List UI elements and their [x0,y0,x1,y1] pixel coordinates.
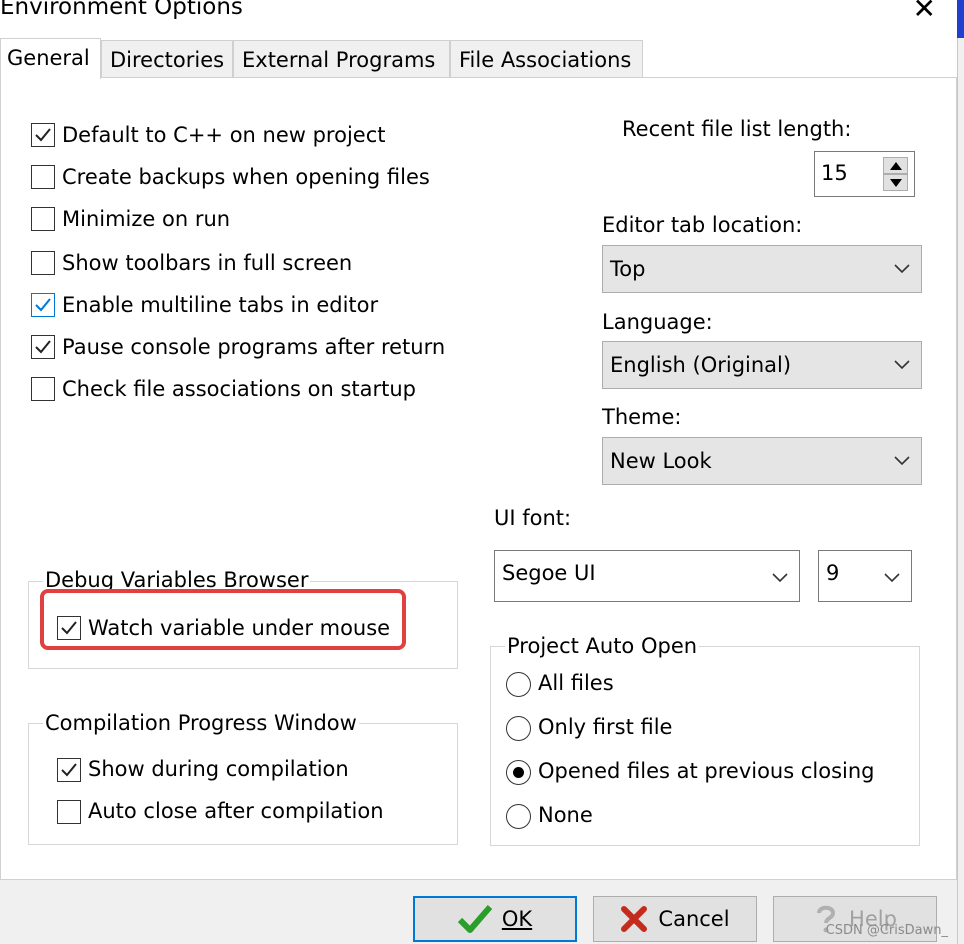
spin-up-button[interactable] [883,157,908,174]
minimize-on-run-label: Minimize on run [62,207,231,231]
check-file-assoc-label: Check file associations on startup [62,377,417,401]
pause-console-label: Pause console programs after return [62,335,446,359]
ui-font-size-value: 9 [826,561,840,585]
multiline-tabs-checkbox[interactable] [31,293,55,317]
chevron-down-icon [884,573,900,583]
compilation-progress-group [28,723,458,845]
chevron-down-icon [894,264,910,274]
checkmark-icon [35,340,51,354]
close-icon[interactable]: ✕ [913,0,936,24]
editor-tab-label: Editor tab location: [602,213,803,237]
recent-files-spinner[interactable]: 15 [814,151,915,197]
language-label: Language: [602,310,713,334]
window-right-edge [957,38,964,944]
highlight-annotation [40,589,406,650]
default-cpp-label: Default to C++ on new project [62,123,386,147]
spin-down-button[interactable] [883,174,908,191]
show-during-compilation-checkbox[interactable] [57,758,81,782]
cancel-x-icon [621,906,648,932]
tab-directories[interactable]: Directories [101,40,233,78]
chevron-down-icon [772,573,788,583]
radio-opened-files[interactable] [506,760,531,785]
auto-close-label: Auto close after compilation [88,799,384,823]
cancel-label: Cancel [658,907,730,931]
language-select[interactable]: English (Original) [602,341,922,389]
theme-label: Theme: [602,405,682,429]
ok-label: OK [501,907,533,931]
arrow-up-icon [889,161,902,170]
ok-button[interactable]: OK [413,896,577,942]
ui-font-select[interactable]: Segoe UI [494,550,800,602]
create-backups-label: Create backups when opening files [62,165,430,189]
tab-general[interactable]: General [0,38,101,79]
create-backups-checkbox[interactable] [31,165,55,189]
toolbars-fullscreen-checkbox[interactable] [31,251,55,275]
all-files-label: All files [538,671,614,695]
checkmark-icon [457,905,492,933]
opened-files-label: Opened files at previous closing [538,759,875,783]
checkmark-icon [35,298,51,312]
chevron-down-icon [894,360,910,370]
checkmark-icon [35,128,51,142]
radio-all-files[interactable] [506,672,531,697]
only-first-file-label: Only first file [538,715,673,739]
chevron-down-icon [894,456,910,466]
cancel-button[interactable]: Cancel [593,896,757,942]
ui-font-value: Segoe UI [502,561,596,585]
tab-external-programs[interactable]: External Programs [233,40,450,78]
radio-only-first-file[interactable] [506,716,531,741]
project-auto-open-title: Project Auto Open [505,633,700,659]
none-label: None [538,803,593,827]
watermark-text: CSDN @CrisDawn_ [825,923,948,938]
theme-select[interactable]: New Look [602,437,922,485]
show-during-compilation-label: Show during compilation [88,757,349,781]
theme-value: New Look [610,449,712,473]
editor-tab-value: Top [610,257,646,281]
default-cpp-checkbox[interactable] [31,123,55,147]
auto-close-checkbox[interactable] [57,800,81,824]
tab-file-associations[interactable]: File Associations [450,40,643,78]
recent-files-label: Recent file list length: [622,117,852,141]
toolbars-fullscreen-label: Show toolbars in full screen [62,251,353,275]
compilation-progress-title: Compilation Progress Window [43,710,359,736]
ui-font-label: UI font: [494,506,572,530]
ui-font-size-select[interactable]: 9 [818,550,912,602]
arrow-down-icon [889,178,902,187]
pause-console-checkbox[interactable] [31,335,55,359]
radio-none[interactable] [506,804,531,829]
minimize-on-run-checkbox[interactable] [31,207,55,231]
checkmark-icon [61,763,77,777]
window-title: Environment Options [0,0,243,20]
background-window-edge [957,0,964,38]
language-value: English (Original) [610,353,792,377]
multiline-tabs-label: Enable multiline tabs in editor [62,293,379,317]
editor-tab-select[interactable]: Top [602,245,922,293]
check-file-assoc-checkbox[interactable] [31,377,55,401]
recent-files-value: 15 [821,161,848,185]
